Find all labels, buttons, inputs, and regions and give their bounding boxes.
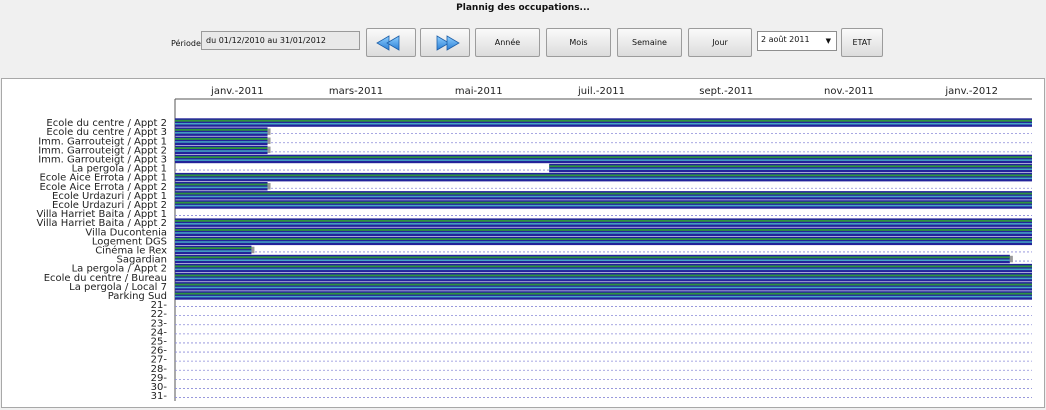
occupancy-bar-stripe [175, 292, 1032, 295]
occupancy-bar-stripe [549, 168, 1032, 171]
occupancy-bar-stripe [175, 219, 1032, 222]
x-tick-label: juil.-2011 [577, 86, 625, 97]
date-select-value: 2 août 2011 [761, 35, 810, 44]
occupancy-bar-stripe [175, 204, 1032, 207]
occupancy-bar-stripe [175, 259, 1010, 262]
x-tick-label: janv.-2011 [210, 86, 264, 97]
occupancy-bar-stripe [175, 250, 252, 252]
occupancy-bar-stripe [175, 174, 1032, 177]
date-select[interactable]: 2 août 2011 ▼ [757, 31, 837, 51]
occupancy-end-marker [251, 246, 255, 254]
occupancy-bar [175, 118, 1032, 127]
occupancy-bar-stripe [175, 256, 1010, 259]
year-button[interactable]: Année [475, 28, 540, 57]
occupancy-bar-stripe [175, 132, 268, 134]
occupancy-bar-stripe [175, 232, 1032, 234]
occupancy-bar [175, 245, 252, 255]
occupancy-bar-stripe [175, 186, 268, 189]
occupancy-bar-stripe [175, 265, 1032, 268]
occupancy-bar [175, 172, 1032, 182]
occupancy-bar [175, 136, 268, 145]
occupancy-bar-stripe [175, 241, 1032, 243]
occupancy-gantt-chart: janv.-2011 mars-2011 mai-2011 juil.-2011 sep… [36, 86, 1032, 402]
occupancy-end-marker [267, 128, 271, 135]
occupancy-end-marker [267, 183, 271, 190]
double-arrow-right-icon [436, 34, 460, 51]
x-tick-label: sept.-2011 [699, 86, 753, 97]
week-button[interactable]: Semaine [617, 28, 682, 57]
occupancy-bar [175, 218, 1032, 227]
month-button[interactable]: Mois [546, 28, 611, 57]
occupancy-end-marker [267, 146, 271, 154]
occupancy-bar-stripe [175, 177, 1032, 180]
x-tick-label: mars-2011 [329, 86, 383, 97]
occupancy-end-marker [1009, 255, 1013, 263]
occupancy-bar-stripe [175, 156, 1032, 159]
row-label: 31- [151, 391, 168, 402]
occupancy-bar [175, 254, 1010, 264]
occupancy-bar-stripe [175, 150, 268, 152]
occupancy-bar-stripe [175, 223, 1032, 225]
state-button[interactable]: ETAT [841, 28, 883, 57]
occupancy-bar-stripe [175, 195, 1032, 198]
previous-button[interactable] [366, 28, 416, 57]
occupancy-bar-stripe [175, 283, 1032, 286]
occupancy-bar [175, 236, 1032, 246]
occupancy-bar-stripe [175, 183, 268, 186]
occupancy-bar [175, 182, 268, 191]
occupancy-bar-stripe [175, 229, 1032, 231]
occupancy-bar [175, 127, 268, 136]
occupancy-chart-panel: janv.-2011 mars-2011 mai-2011 juil.-2011 sep… [1, 78, 1045, 408]
occupancy-bar-stripe [175, 274, 1032, 277]
occupancy-bar-stripe [175, 238, 1032, 240]
period-label: Période [171, 39, 201, 48]
next-button[interactable] [420, 28, 470, 57]
occupancy-bar [175, 273, 1032, 282]
occupancy-bar [175, 145, 268, 155]
occupancy-bar-stripe [175, 147, 268, 149]
day-button[interactable]: Jour [688, 28, 752, 57]
occupancy-bar-stripe [549, 165, 1032, 168]
chevron-down-icon: ▼ [825, 37, 831, 45]
occupancy-bar [175, 291, 1032, 300]
occupancy-bar [549, 163, 1032, 173]
occupancy-bar-stripe [175, 138, 268, 140]
occupancy-bar [175, 282, 1032, 291]
occupancy-bar-stripe [175, 247, 252, 250]
occupancy-bar [175, 200, 1032, 209]
occupancy-bar [175, 154, 1032, 164]
double-arrow-left-icon [376, 34, 400, 51]
x-tick-label: nov.-2011 [824, 86, 874, 97]
occupancy-bar-stripe [175, 122, 1032, 125]
occupancy-bar-stripe [175, 277, 1032, 280]
occupancy-bar [175, 263, 1032, 273]
occupancy-bar-stripe [175, 128, 268, 131]
occupancy-bar-stripe [175, 268, 1032, 271]
occupancy-bar-stripe [175, 119, 1032, 122]
occupancy-bar-stripe [175, 286, 1032, 289]
occupancy-bar-stripe [175, 201, 1032, 204]
x-tick-label: mai-2011 [455, 86, 503, 97]
page-title: Plannig des occupations... [456, 3, 590, 13]
x-tick-label: janv.-2012 [944, 86, 998, 97]
occupancy-bar [175, 191, 1032, 200]
period-field[interactable]: du 01/12/2010 au 31/01/2012 [201, 31, 360, 50]
occupancy-bar-stripe [175, 295, 1032, 298]
occupancy-bar-stripe [175, 141, 268, 143]
occupancy-bar [175, 227, 1032, 236]
occupancy-end-marker [267, 137, 271, 144]
occupancy-bar-stripe [175, 192, 1032, 195]
occupancy-bar-stripe [175, 159, 1032, 161]
